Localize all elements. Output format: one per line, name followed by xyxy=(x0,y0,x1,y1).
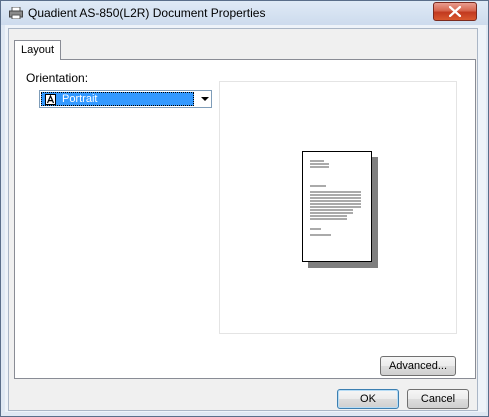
orientation-label: Orientation: xyxy=(26,71,89,85)
window-title: Quadient AS-850(L2R) Document Properties xyxy=(28,6,266,20)
advanced-button[interactable]: Advanced... xyxy=(380,356,456,376)
page-preview-sheet xyxy=(302,151,372,262)
close-icon xyxy=(449,6,461,17)
chevron-down-icon[interactable] xyxy=(201,97,209,101)
cancel-button[interactable]: Cancel xyxy=(407,389,469,409)
tab-layout[interactable]: Layout xyxy=(14,40,62,60)
orientation-selected-item: Portrait xyxy=(41,92,194,106)
orientation-value: Portrait xyxy=(62,93,98,105)
printer-icon xyxy=(9,6,23,20)
title-bar[interactable]: Quadient AS-850(L2R) Document Properties xyxy=(1,1,488,25)
portrait-page-icon xyxy=(45,94,56,105)
orientation-select[interactable]: Portrait xyxy=(39,90,212,108)
page-text-lines-icon xyxy=(310,160,361,236)
ok-button[interactable]: OK xyxy=(337,389,399,409)
close-button[interactable] xyxy=(433,2,477,21)
